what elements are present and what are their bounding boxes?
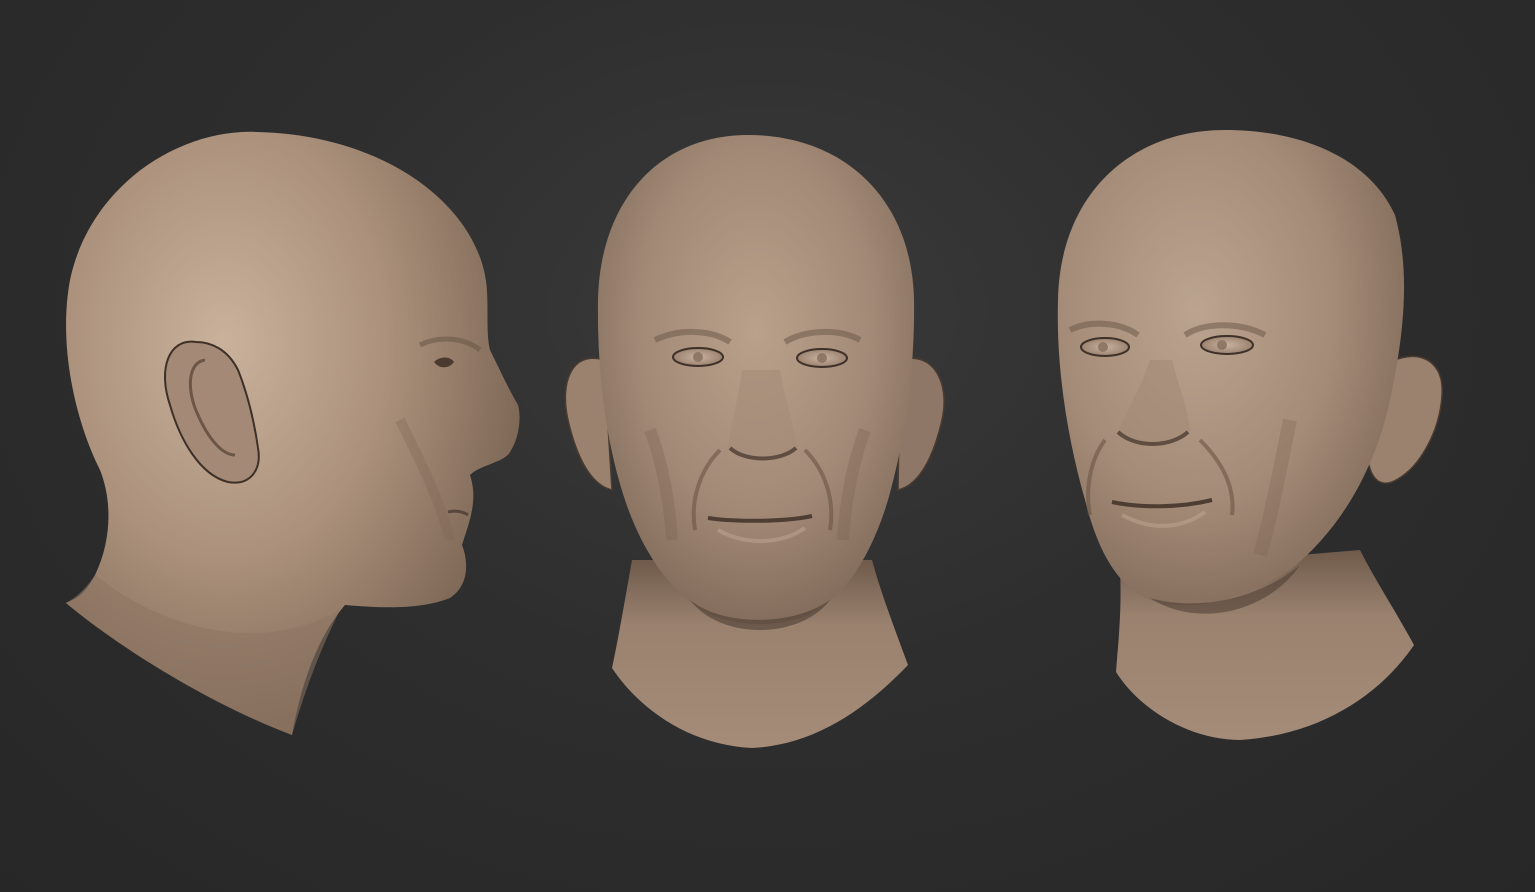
- tq-iris-right: [1217, 340, 1227, 350]
- tq-iris-left: [1098, 342, 1108, 352]
- sculpt-render: [66, 130, 1443, 748]
- front-iris-left: [693, 352, 703, 362]
- head-three-quarter: [1057, 130, 1443, 740]
- sculpt-viewport: [0, 0, 1535, 892]
- head-side-profile: [66, 131, 520, 735]
- head-front: [564, 135, 945, 748]
- tq-head-shape: [1057, 130, 1405, 606]
- front-iris-right: [817, 353, 827, 363]
